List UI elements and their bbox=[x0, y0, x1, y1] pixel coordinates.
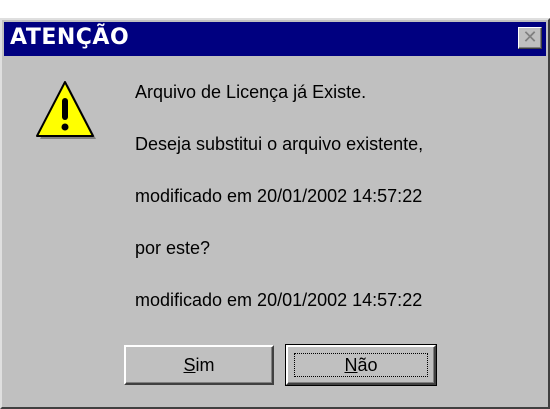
no-button[interactable]: Não bbox=[285, 344, 437, 386]
close-button[interactable]: ✕ bbox=[518, 27, 542, 49]
message-line-5: modificado em 20/01/2002 14:57:22 bbox=[135, 290, 423, 310]
message-line-1: Arquivo de Licença já Existe. bbox=[135, 82, 367, 102]
message-line-3: modificado em 20/01/2002 14:57:22 bbox=[135, 186, 423, 206]
message-line-4: por este? bbox=[135, 238, 211, 258]
title-bar[interactable]: ATENÇÃO ✕ bbox=[4, 22, 546, 56]
warning-icon bbox=[36, 81, 96, 139]
focus-rectangle bbox=[294, 353, 428, 377]
dialog-title: ATENÇÃO bbox=[10, 25, 130, 50]
message-line-2: Deseja substitui o arquivo existente, bbox=[135, 134, 424, 154]
close-icon: ✕ bbox=[522, 27, 538, 48]
yes-button-label: Sim bbox=[183, 354, 215, 375]
yes-button[interactable]: Sim bbox=[124, 345, 274, 385]
alert-dialog: ATENÇÃO ✕ Arquivo de Licença já Existe. … bbox=[0, 18, 550, 409]
